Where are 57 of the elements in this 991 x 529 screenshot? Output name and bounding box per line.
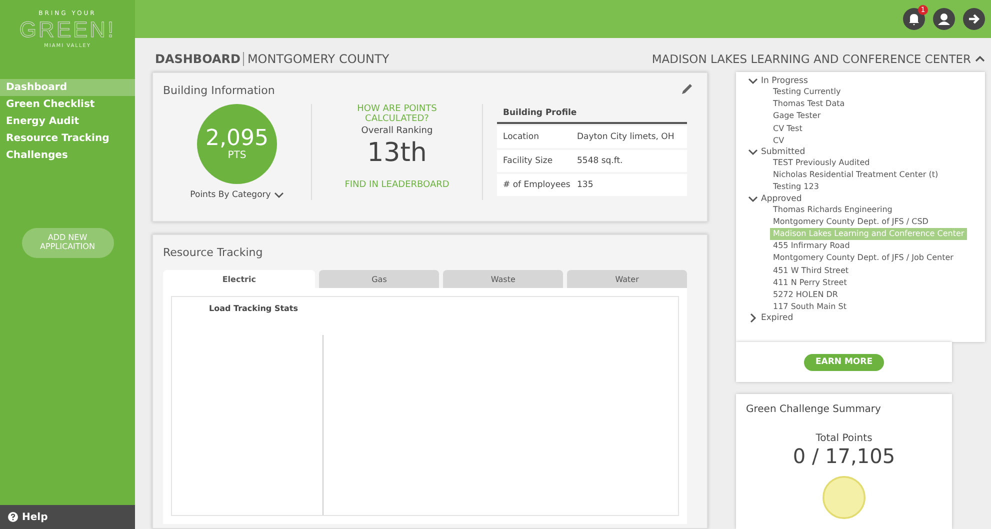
tree-item[interactable]: Thomas Richards Engineering	[770, 204, 896, 216]
building-selector[interactable]: MADISON LAKES LEARNING AND CONFERENCE CENTER	[652, 52, 985, 66]
tree-group[interactable]: Submitted	[748, 147, 977, 158]
tree-item[interactable]: 455 Infirmary Road	[770, 240, 853, 252]
tree-item[interactable]: Montgomery County Dept. of JFS / CSD	[770, 216, 932, 228]
user-icon[interactable]	[933, 8, 955, 30]
profile-value: 135	[577, 180, 594, 190]
chevron-icon[interactable]	[748, 313, 758, 324]
ranking-value: 13th	[367, 138, 427, 168]
card-title: Building Information	[163, 84, 275, 97]
logo-wordmark: GREEN!	[19, 17, 116, 43]
resource-tab[interactable]: Waste	[443, 270, 564, 288]
tree-item[interactable]: Testing 123	[770, 181, 822, 194]
resource-tab[interactable]: Electric	[163, 270, 316, 288]
help-icon	[8, 512, 18, 522]
ranking-label: Overall Ranking	[361, 126, 433, 136]
tree-item[interactable]: Thomas Test Data	[770, 98, 848, 110]
tree-item[interactable]: 451 W Third Street	[770, 264, 852, 277]
tree-item[interactable]: CV	[770, 134, 788, 148]
profile-label: Facility Size	[503, 156, 554, 166]
tree-item[interactable]: TEST Previously Audited	[770, 157, 873, 170]
chevron-icon[interactable]	[748, 76, 758, 86]
tree-item[interactable]: 117 South Main St	[770, 301, 850, 314]
card-title: Resource Tracking	[163, 246, 263, 259]
tree-item[interactable]: Gage Tester	[770, 110, 824, 123]
profile-title: Building Profile	[497, 104, 687, 124]
tree-item[interactable]: Nicholas Residential Treatment Center (t)	[770, 169, 942, 182]
tree-item[interactable]: Montgomery County Dept. of JFS / Job Center	[770, 252, 956, 265]
chevron-icon	[274, 192, 284, 198]
profile-value: 5548 sq.ft.	[577, 156, 623, 166]
tree-item[interactable]: 5272 HOLEN DR	[770, 289, 841, 302]
profile-label: Location	[503, 132, 540, 142]
caret-icon	[975, 55, 985, 63]
profile-value: Dayton City limets, OH	[577, 132, 674, 142]
tree-item[interactable]: CV Test	[770, 122, 806, 135]
page-title: DASHBOARD	[155, 52, 240, 66]
tree-group[interactable]: Expired	[748, 313, 977, 324]
points-unit: PTS	[228, 150, 246, 160]
profile-label: # of Employees	[503, 180, 572, 190]
resource-tab[interactable]: Water	[567, 270, 687, 288]
tree-item[interactable]: Testing Currently	[770, 86, 844, 98]
resource-tab[interactable]: Gas	[319, 270, 440, 288]
chevron-icon[interactable]	[748, 194, 758, 204]
bell-icon[interactable]	[903, 8, 925, 30]
pencil-icon[interactable]	[681, 83, 693, 95]
tree-group[interactable]: In Progress	[748, 76, 977, 86]
total-points-value: 0 / 17,105	[792, 444, 896, 468]
total-points-label: Total Points	[814, 433, 874, 444]
card-title: Green Challenge Summary	[746, 404, 882, 415]
chevron-icon[interactable]	[748, 147, 758, 158]
tree-group[interactable]: Approved	[748, 194, 977, 204]
points-by-category-toggle[interactable]: Points By Category	[190, 190, 284, 200]
tree-item[interactable]: 411 N Perry Street	[770, 276, 850, 290]
county-name: MONTGOMERY COUNTY	[247, 52, 390, 66]
chart-title: Load Tracking Stats	[209, 304, 298, 313]
points-value: 2,095	[206, 128, 268, 150]
help-link[interactable]: Help	[0, 505, 135, 529]
